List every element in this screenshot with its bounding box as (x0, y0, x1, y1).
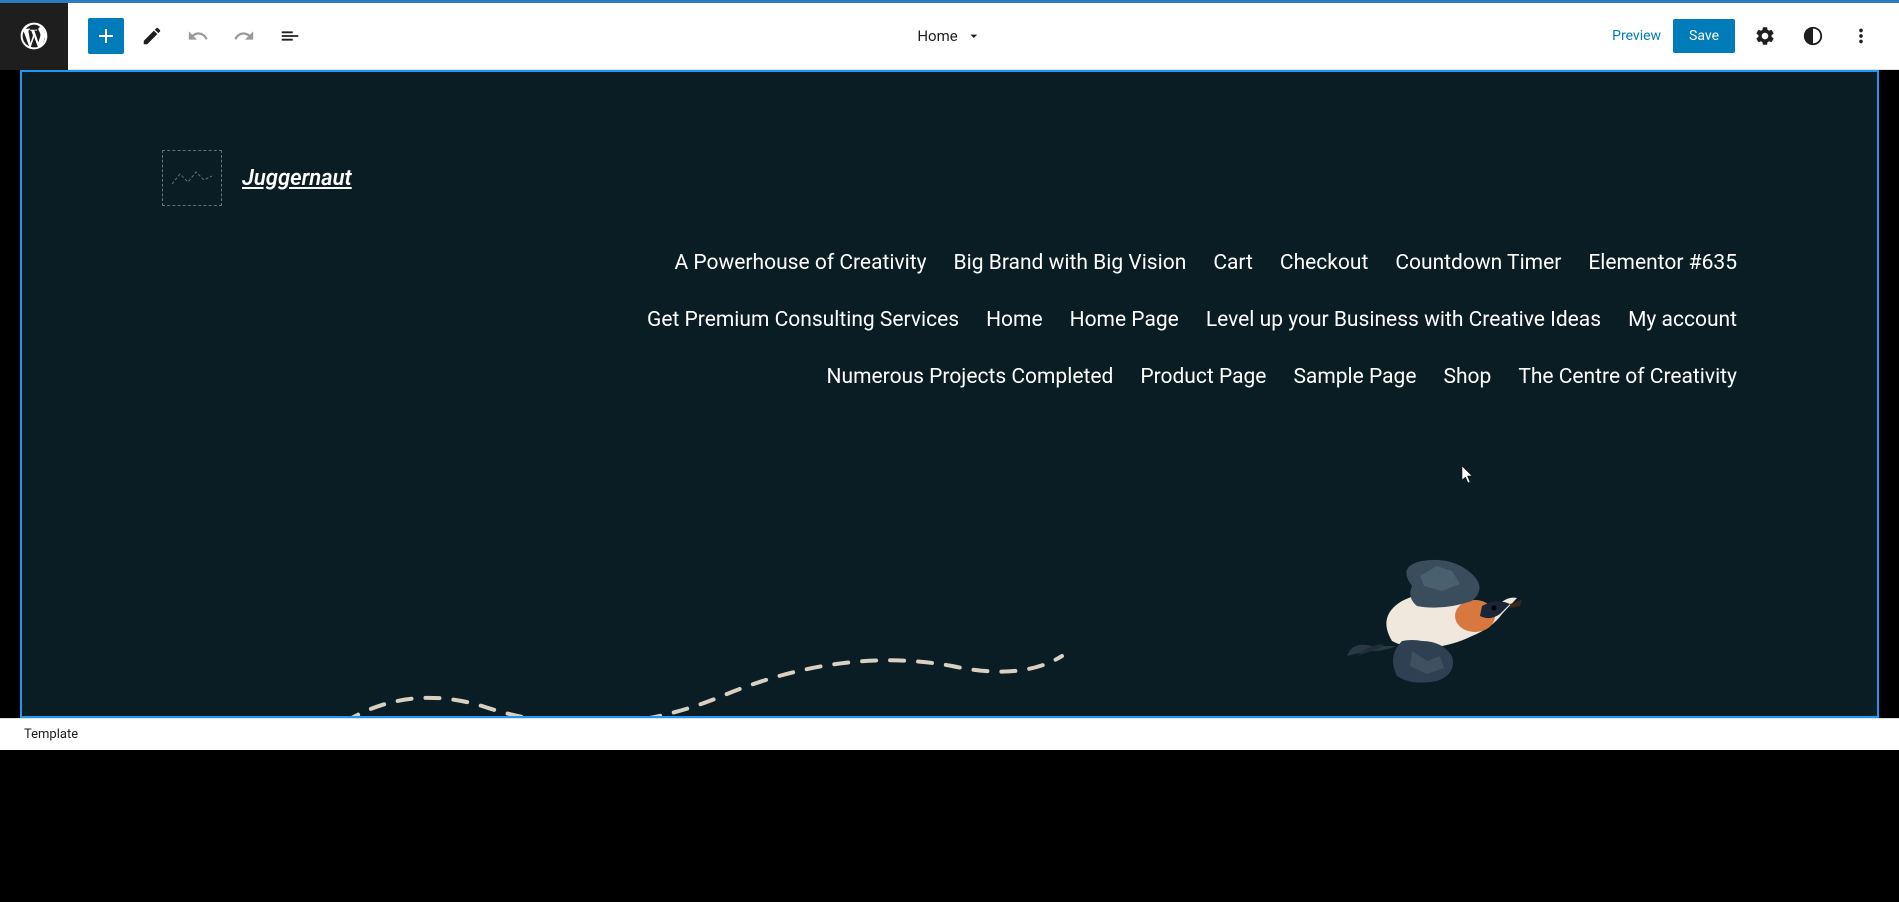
nav-item[interactable]: Shop (1444, 365, 1492, 389)
preview-link[interactable]: Preview (1612, 28, 1661, 44)
pencil-icon (141, 25, 163, 47)
nav-item[interactable]: Elementor #635 (1588, 251, 1737, 275)
undo-button[interactable] (180, 18, 216, 54)
toolbar-left-group (68, 18, 308, 54)
nav-item[interactable]: Level up your Business with Creative Ide… (1206, 308, 1601, 332)
nav-item[interactable]: Countdown Timer (1395, 251, 1561, 275)
add-block-button[interactable] (88, 18, 124, 54)
toolbar-right-group: Preview Save (1612, 18, 1899, 54)
nav-item[interactable]: The Centre of Creativity (1518, 365, 1737, 389)
nav-item[interactable]: My account (1628, 308, 1737, 332)
wordpress-icon (18, 20, 50, 52)
nav-item[interactable]: Get Premium Consulting Services (647, 308, 959, 332)
template-canvas[interactable]: Juggernaut A Powerhouse of Creativity Bi… (20, 70, 1879, 718)
document-overview-button[interactable] (272, 18, 308, 54)
nav-item[interactable]: Sample Page (1293, 365, 1416, 389)
page-title-selector[interactable]: Home (917, 27, 981, 45)
list-view-icon (279, 25, 301, 47)
redo-button[interactable] (226, 18, 262, 54)
image-placeholder-icon (170, 168, 214, 188)
bird-illustration (1342, 556, 1532, 686)
site-title[interactable]: Juggernaut (242, 166, 352, 191)
chevron-down-icon (966, 28, 982, 44)
edit-tool-button[interactable] (134, 18, 170, 54)
current-page-title: Home (917, 27, 957, 45)
more-options-button[interactable] (1843, 18, 1879, 54)
mouse-cursor (1462, 466, 1474, 484)
nav-item[interactable]: Big Brand with Big Vision (954, 251, 1187, 275)
editor-top-bar: Home Preview Save (0, 0, 1899, 70)
nav-item[interactable]: Product Page (1140, 365, 1266, 389)
nav-item[interactable]: Numerous Projects Completed (827, 365, 1114, 389)
decorative-path (302, 556, 1202, 718)
redo-icon (233, 25, 255, 47)
editor-canvas-area: Juggernaut A Powerhouse of Creativity Bi… (0, 70, 1899, 718)
nav-item[interactable]: A Powerhouse of Creativity (675, 251, 927, 275)
breadcrumb[interactable]: Template (24, 727, 78, 742)
nav-item[interactable]: Home Page (1070, 308, 1179, 332)
gear-icon (1754, 25, 1776, 47)
undo-icon (187, 25, 209, 47)
styles-button[interactable] (1795, 18, 1831, 54)
plus-icon (94, 24, 118, 48)
editor-breadcrumb-bar: Template (0, 718, 1899, 750)
nav-item[interactable]: Checkout (1280, 251, 1368, 275)
settings-button[interactable] (1747, 18, 1783, 54)
site-header: Juggernaut (22, 72, 1877, 226)
navigation-menu[interactable]: A Powerhouse of Creativity Big Brand wit… (497, 226, 1877, 409)
nav-item[interactable]: Home (986, 308, 1043, 332)
site-logo-placeholder[interactable] (162, 150, 222, 206)
wordpress-logo-button[interactable] (0, 3, 68, 70)
styles-icon (1802, 25, 1824, 47)
kebab-icon (1850, 25, 1872, 47)
save-button[interactable]: Save (1673, 19, 1735, 53)
nav-item[interactable]: Cart (1213, 251, 1253, 275)
